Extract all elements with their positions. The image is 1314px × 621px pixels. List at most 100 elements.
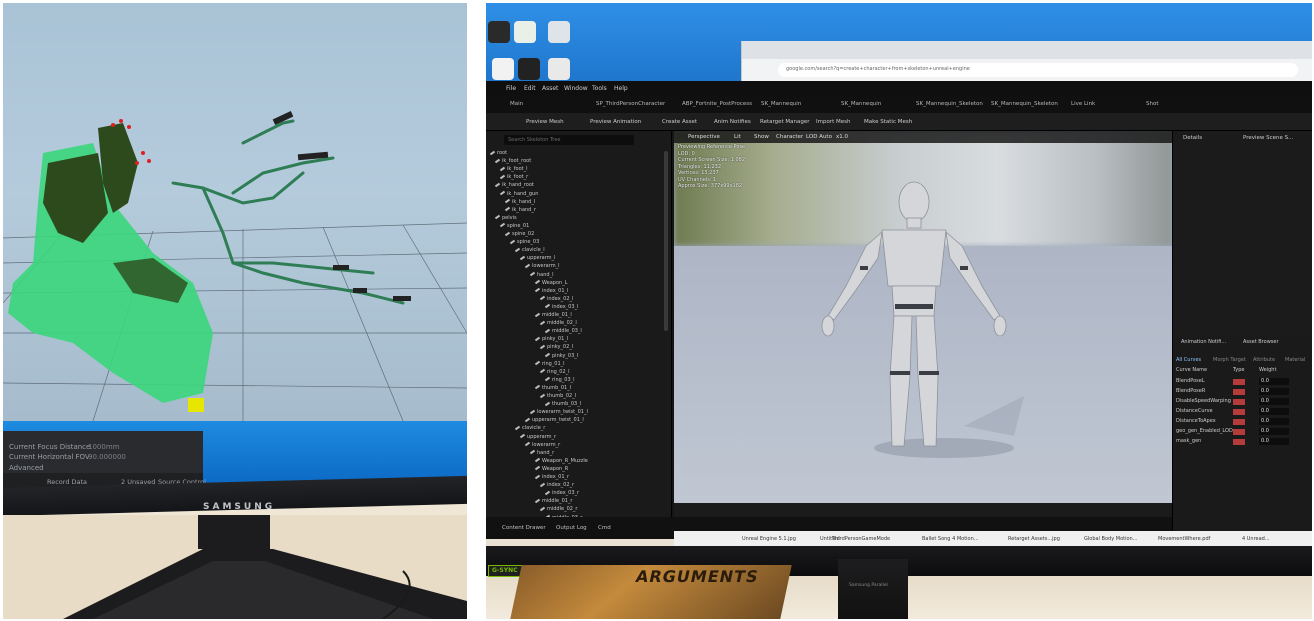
bone-row[interactable]: index_02_l bbox=[540, 295, 573, 303]
bone-row[interactable]: ik_hand_l bbox=[505, 198, 535, 206]
content-drawer-button[interactable]: Content Drawer bbox=[502, 525, 546, 531]
tab-skeleton-2[interactable]: SK_Mannequin_Skeleton bbox=[991, 101, 1058, 107]
desktop-app-icon[interactable] bbox=[514, 21, 536, 43]
curve-row[interactable]: DistanceCurve 0.0 bbox=[1173, 407, 1312, 416]
anim-notifies-button[interactable]: Anim Notifies bbox=[714, 119, 751, 125]
preview-scene-tab[interactable]: Preview Scene S... bbox=[1243, 135, 1293, 141]
curve-type-icon[interactable] bbox=[1233, 428, 1245, 435]
bone-row[interactable]: lowerarm_r bbox=[525, 441, 560, 449]
curve-weight-input[interactable]: 0.0 bbox=[1259, 398, 1289, 405]
curve-row[interactable]: DisableSpeedWarping 0.0 bbox=[1173, 397, 1312, 406]
tab-skeleton[interactable]: SK_Mannequin_Skeleton bbox=[916, 101, 983, 107]
cmd-button[interactable]: Cmd bbox=[598, 525, 611, 531]
bone-row[interactable]: ik_hand_r bbox=[505, 206, 536, 214]
bone-row[interactable]: upperarm_r bbox=[520, 433, 556, 441]
curve-weight-input[interactable]: 0.0 bbox=[1259, 438, 1289, 445]
menu-edit[interactable]: Edit bbox=[524, 85, 536, 92]
bone-row[interactable]: middle_02_l bbox=[540, 319, 577, 327]
output-log-button[interactable]: Output Log bbox=[556, 525, 587, 531]
record-data-button[interactable]: Record Data bbox=[47, 478, 87, 486]
advanced-row[interactable]: Advanced bbox=[9, 464, 44, 472]
browser-tab-strip[interactable] bbox=[742, 41, 1312, 59]
bone-row[interactable]: ik_hand_root bbox=[495, 181, 534, 189]
subtab-material[interactable]: Material bbox=[1285, 357, 1305, 363]
curve-type-icon[interactable] bbox=[1233, 378, 1245, 385]
make-static-mesh-button[interactable]: Make Static Mesh bbox=[864, 119, 912, 125]
taskbar-item[interactable]: 4 Unread... bbox=[1242, 536, 1270, 542]
preview-mesh-button[interactable]: Preview Mesh bbox=[526, 119, 564, 125]
bone-row[interactable]: lowerarm_l bbox=[525, 262, 559, 270]
bone-row[interactable]: spine_03 bbox=[510, 238, 539, 246]
curve-weight-input[interactable]: 0.0 bbox=[1259, 378, 1289, 385]
menu-asset[interactable]: Asset bbox=[542, 85, 558, 92]
curve-weight-input[interactable]: 0.0 bbox=[1259, 388, 1289, 395]
desktop-app-icon[interactable] bbox=[488, 21, 510, 43]
subtab-morph-target[interactable]: Morph Target bbox=[1213, 357, 1246, 363]
taskbar-item[interactable]: Unreal Engine 5.1.jpg bbox=[742, 536, 796, 542]
menu-help[interactable]: Help bbox=[614, 85, 628, 92]
bone-row[interactable]: middle_02_r bbox=[540, 505, 578, 513]
bone-row[interactable]: thumb_03_l bbox=[545, 400, 581, 408]
curve-type-icon[interactable] bbox=[1233, 438, 1245, 445]
focus-distance-value[interactable]: 1000mm bbox=[88, 443, 119, 451]
horizontal-fov-value[interactable]: 90.000000 bbox=[88, 453, 126, 461]
desktop-app-icon[interactable] bbox=[492, 58, 514, 80]
curve-row[interactable]: geo_gen_Enabled_LOD 0.0 bbox=[1173, 427, 1312, 436]
viewport-timeline[interactable] bbox=[674, 503, 1172, 517]
curve-row[interactable]: DistanceToApex 0.0 bbox=[1173, 417, 1312, 426]
tab-sk-mannequin-2[interactable]: SK_Mannequin bbox=[841, 101, 881, 107]
curve-type-icon[interactable] bbox=[1233, 418, 1245, 425]
bone-row[interactable]: ring_01_l bbox=[535, 360, 565, 368]
bone-row[interactable]: clavicle_l bbox=[515, 246, 545, 254]
import-mesh-button[interactable]: Import Mesh bbox=[816, 119, 850, 125]
taskbar-item[interactable]: Global Body Motion... bbox=[1084, 536, 1137, 542]
curve-weight-input[interactable]: 0.0 bbox=[1259, 418, 1289, 425]
skeleton-tree-search-input[interactable]: Search Skeleton Tree bbox=[504, 135, 634, 145]
taskbar-item[interactable]: ThirdPersonGameMode bbox=[832, 536, 890, 542]
create-asset-button[interactable]: Create Asset bbox=[662, 119, 697, 125]
retarget-manager-button[interactable]: Retarget Manager bbox=[760, 119, 810, 125]
tab-third-person-character[interactable]: SP_ThirdPersonCharacter bbox=[596, 101, 665, 107]
menu-window[interactable]: Window bbox=[564, 85, 588, 92]
bone-row[interactable]: hand_l bbox=[530, 271, 553, 279]
bone-row[interactable]: middle_01_r bbox=[535, 497, 573, 505]
tab-main[interactable]: Main bbox=[510, 101, 523, 107]
bone-row[interactable]: spine_02 bbox=[505, 230, 534, 238]
curve-row[interactable]: mask_gen 0.0 bbox=[1173, 437, 1312, 446]
bone-row[interactable]: upperarm_l bbox=[520, 254, 555, 262]
perspective-button[interactable]: Perspective bbox=[688, 134, 720, 140]
bone-row[interactable]: upperarm_twist_01_l bbox=[525, 416, 584, 424]
lod-button[interactable]: LOD Auto bbox=[806, 134, 832, 140]
preview-animation-button[interactable]: Preview Animation bbox=[590, 119, 641, 125]
tab-shot[interactable]: Shot bbox=[1146, 101, 1159, 107]
bone-row[interactable]: index_01_r bbox=[535, 473, 569, 481]
bone-row[interactable]: Weapon_R bbox=[535, 465, 568, 473]
curve-weight-input[interactable]: 0.0 bbox=[1259, 408, 1289, 415]
bone-row[interactable]: middle_01_l bbox=[535, 311, 572, 319]
curve-weight-input[interactable]: 0.0 bbox=[1259, 428, 1289, 435]
bone-row[interactable]: ik_foot_r bbox=[500, 173, 528, 181]
bone-row[interactable]: index_01_l bbox=[535, 287, 568, 295]
tab-asset-browser[interactable]: Asset Browser bbox=[1243, 339, 1279, 345]
subtab-all-curves[interactable]: All Curves bbox=[1176, 357, 1201, 363]
tab-sk-mannequin[interactable]: SK_Mannequin bbox=[761, 101, 801, 107]
tree-scrollbar[interactable] bbox=[664, 151, 668, 331]
show-button[interactable]: Show bbox=[754, 134, 769, 140]
bone-row[interactable]: ring_03_l bbox=[545, 376, 575, 384]
menu-file[interactable]: File bbox=[506, 85, 516, 92]
taskbar-item[interactable]: Retarget Assets...jpg bbox=[1008, 536, 1060, 542]
tab-live-link[interactable]: Live Link bbox=[1071, 101, 1095, 107]
bone-row[interactable]: Weapon_R_Muzzle bbox=[535, 457, 588, 465]
subtab-attribute[interactable]: Attribute bbox=[1253, 357, 1275, 363]
bone-row[interactable]: middle_03_l bbox=[545, 327, 582, 335]
curve-row[interactable]: BlendPoseL 0.0 bbox=[1173, 377, 1312, 386]
curve-row[interactable]: BlendPoseR 0.0 bbox=[1173, 387, 1312, 396]
bone-row[interactable]: pelvis bbox=[495, 214, 517, 222]
character-button[interactable]: Character bbox=[776, 134, 803, 140]
bone-row[interactable]: hand_r bbox=[530, 449, 554, 457]
curve-type-icon[interactable] bbox=[1233, 408, 1245, 415]
bone-row[interactable]: ik_foot_l bbox=[500, 165, 528, 173]
taskbar-item[interactable]: MovementWhere.pdf bbox=[1158, 536, 1210, 542]
bone-row[interactable]: clavicle_r bbox=[515, 424, 545, 432]
epic-games-icon[interactable] bbox=[518, 58, 540, 80]
